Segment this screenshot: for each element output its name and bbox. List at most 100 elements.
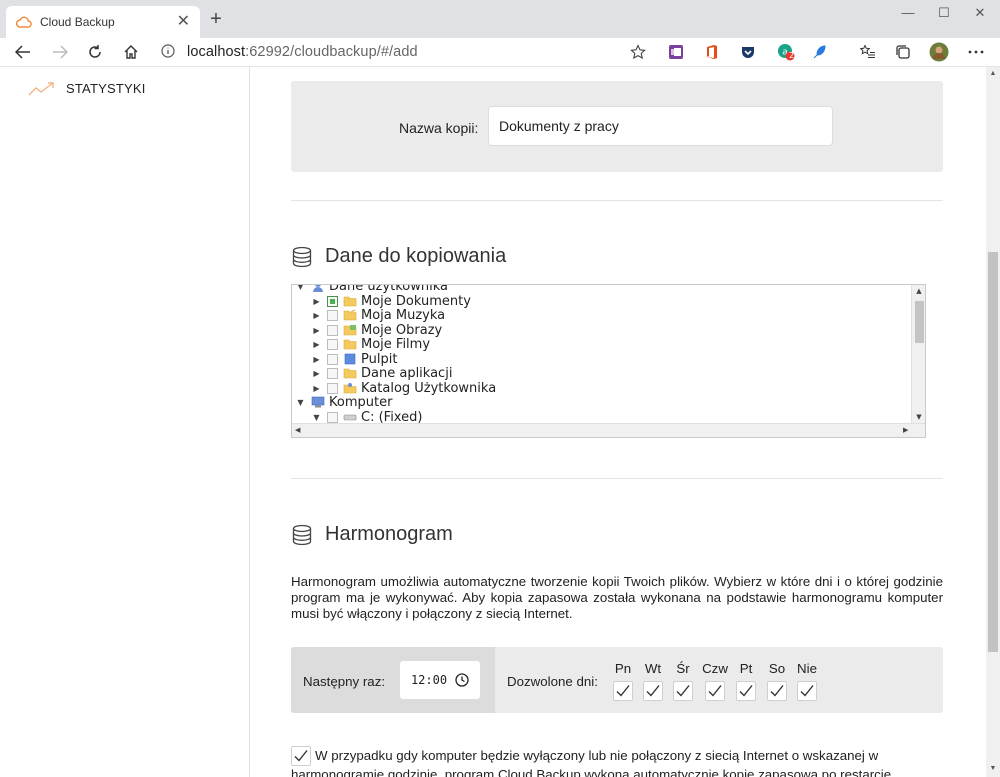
checkmark-icon [739,685,753,697]
tree-checkbox[interactable] [327,338,338,350]
day-checkbox[interactable] [673,681,693,701]
favorites-list-icon[interactable] [858,42,878,62]
home-icon[interactable] [118,40,144,64]
checkmark-icon [800,685,814,697]
user-folder-icon [313,285,323,292]
desktop-icon [344,353,356,365]
time-input[interactable]: 12:00 [399,660,481,700]
day-checkbox[interactable] [736,681,756,701]
expand-arrow-icon[interactable]: ▶ [312,297,321,306]
tree-node-label: Moje Obrazy [361,322,443,338]
favorite-star-icon[interactable] [628,42,648,62]
extension-badge-icon[interactable]: a 2 [776,42,796,62]
page-scrollbar-thumb[interactable] [988,252,998,652]
folder-icon [343,339,357,350]
expand-arrow-icon[interactable]: ▼ [296,398,305,407]
database-icon [292,246,312,267]
checkmark-icon [646,685,660,697]
tree-checkbox[interactable] [327,295,338,307]
missed-backup-checkbox[interactable] [291,746,311,766]
day-label: Wt [644,661,662,676]
tree-node[interactable]: ▶ Dane aplikacji [312,366,452,381]
new-tab-button[interactable]: + [205,8,227,30]
tree-node[interactable]: ▶ Pulpit [312,351,398,367]
forward-icon[interactable] [47,40,73,64]
checkmark-icon [676,685,690,697]
tree-node[interactable]: ▶ Moja Muzyka [312,308,445,323]
close-window-button[interactable]: ✕ [957,0,1000,28]
tree-vertical-scrollbar[interactable]: ▲ ▼ [911,285,925,424]
day-checkbox[interactable] [613,681,633,701]
tree-node-label: Moje Dokumenty [361,293,471,309]
tab-close-icon[interactable]: ✕ [177,14,190,30]
office-icon[interactable] [702,42,722,62]
collections-icon[interactable] [893,42,913,62]
pocket-icon[interactable] [738,42,758,62]
expand-arrow-icon[interactable]: ▶ [312,384,321,393]
tree-checkbox[interactable] [327,309,338,321]
name-form-panel: Nazwa kopii: [291,81,943,172]
tree-checkbox[interactable] [327,353,338,365]
scroll-down-arrow-icon[interactable]: ▼ [986,765,1000,772]
extension-badge-count: 2 [789,51,795,60]
scroll-right-arrow-icon[interactable]: ▶ [903,426,908,434]
scroll-up-arrow-icon[interactable]: ▲ [912,287,925,295]
expand-arrow-icon[interactable]: ▶ [312,355,321,364]
tree-node[interactable]: ▶ Katalog Użytkownika [312,381,496,396]
tree-node[interactable]: ▶ Moje Obrazy [312,322,443,338]
day-friday: Pt [734,661,758,701]
tree-node[interactable]: ▶ Moje Dokumenty [312,293,471,309]
tree-checkbox[interactable] [327,367,338,379]
url-text[interactable]: localhost:62992/cloudbackup/#/add [187,44,418,60]
onenote-icon[interactable] [666,42,686,62]
more-menu-icon[interactable] [966,42,986,62]
info-icon[interactable] [161,43,181,61]
tree-node[interactable]: ▼ C: (Fixed) [312,410,422,425]
browser-titlebar: Cloud Backup ✕ + — ☐ ✕ [0,0,1000,38]
tree-node-label: Pulpit [361,351,398,367]
scroll-down-arrow-icon[interactable]: ▼ [912,413,925,421]
scroll-up-arrow-icon[interactable]: ▲ [986,70,1000,77]
checkmark-icon [708,685,722,697]
tree-checkbox[interactable] [327,324,338,336]
scrollbar-thumb[interactable] [915,301,924,343]
backup-name-input[interactable] [488,106,833,146]
schedule-description: Harmonogram umożliwia automatyczne tworz… [291,574,943,621]
folder-tree[interactable]: ▼ Dane użytkownika ▶ Moje Dokumenty ▶ Mo… [291,284,926,438]
tree-horizontal-scrollbar[interactable]: ◀ ▶ [292,423,925,437]
drive-icon [343,414,357,421]
address-bar[interactable]: localhost:62992/cloudbackup/#/add [155,38,655,66]
expand-arrow-icon[interactable]: ▶ [312,326,321,335]
expand-arrow-icon[interactable]: ▶ [312,369,321,378]
tree-checkbox[interactable] [327,411,338,423]
tree-node[interactable]: ▼ Dane użytkownika [296,285,448,294]
day-checkbox[interactable] [643,681,663,701]
browser-tab[interactable]: Cloud Backup ✕ [6,6,200,38]
checkmark-icon [616,685,630,697]
tree-node[interactable]: ▼ Komputer [296,395,392,410]
day-sunday: Nie [794,661,820,701]
expand-arrow-icon[interactable]: ▼ [312,413,321,422]
day-checkbox[interactable] [705,681,725,701]
profile-avatar[interactable] [929,42,949,62]
day-checkbox[interactable] [767,681,787,701]
tree-checkbox[interactable] [327,382,338,394]
allowed-days-label: Dozwolone dni: [507,674,598,689]
feather-extension-icon[interactable] [810,42,830,62]
url-host: localhost [187,44,246,60]
tree-node[interactable]: ▶ Moje Filmy [312,337,430,352]
backup-name-label: Nazwa kopii: [399,120,479,136]
sidebar-item-statystyki[interactable]: STATYSTYKI [28,81,146,96]
day-checkbox[interactable] [797,681,817,701]
expand-arrow-icon[interactable]: ▶ [312,340,321,349]
back-icon[interactable] [10,40,36,64]
clock-icon[interactable] [455,673,469,687]
refresh-icon[interactable] [82,40,108,64]
expand-arrow-icon[interactable]: ▼ [296,285,305,291]
day-label: Śr [676,661,690,676]
page-scrollbar[interactable]: ▲ ▼ [986,67,1000,777]
divider [291,200,943,201]
scroll-left-arrow-icon[interactable]: ◀ [295,426,300,434]
expand-arrow-icon[interactable]: ▶ [312,311,321,320]
day-label: Czw [702,661,728,676]
